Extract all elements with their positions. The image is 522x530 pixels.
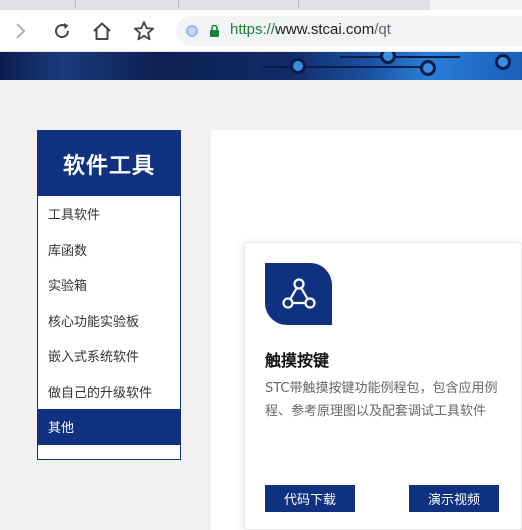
banner-decoration [290, 58, 306, 74]
bookmark-button[interactable] [132, 19, 156, 43]
sidebar-title: 软件工具 [62, 153, 155, 179]
card-description: STC带触摸按键功能例程包，包含应用例程、参考原理图以及配套调试工具软件 [265, 381, 498, 419]
product-card: 触摸按键 STC带触摸按键功能例程包，包含应用例程、参考原理图以及配套调试工具软… [244, 242, 522, 530]
sidebar-item-upgrade-software[interactable]: 做自己的升级软件 [38, 374, 180, 410]
sidebar-item-lab-box[interactable]: 实验箱 [38, 267, 180, 303]
site-info-icon[interactable] [186, 25, 198, 37]
tab-separator [75, 0, 76, 8]
sidebar-item-other[interactable]: 其他 [38, 409, 180, 445]
url-text[interactable]: https://www.stcai.com/qt [230, 21, 391, 38]
demo-video-button[interactable]: 演示视频 [409, 485, 499, 512]
card-title: 触摸按键 [265, 351, 330, 370]
reload-button[interactable] [50, 19, 74, 43]
home-icon [93, 22, 111, 40]
sidebar-item-core-board[interactable]: 核心功能实验板 [38, 303, 180, 339]
tab-strip [0, 0, 522, 10]
banner-decoration [420, 60, 436, 76]
tab-separator [298, 0, 299, 8]
chevron-right-icon [16, 23, 26, 39]
banner-decoration [262, 66, 422, 68]
sidebar-header: 软件工具 [38, 131, 180, 196]
sidebar-item-embedded-software[interactable]: 嵌入式系统软件 [38, 338, 180, 374]
browser-toolbar: https://www.stcai.com/qt [0, 10, 522, 52]
banner-decoration [495, 54, 511, 70]
reload-icon [55, 23, 70, 39]
sidebar-menu: 工具软件 库函数 实验箱 核心功能实验板 嵌入式系统软件 做自己的升级软件 其他 [38, 196, 180, 445]
sidebar-item-library[interactable]: 库函数 [38, 232, 180, 268]
sidebar: 软件工具 工具软件 库函数 实验箱 核心功能实验板 嵌入式系统软件 做自己的升级… [37, 130, 181, 460]
banner-decoration [380, 52, 396, 64]
share-nodes-icon [281, 278, 316, 309]
url-protocol: https:// [230, 21, 276, 38]
download-code-button[interactable]: 代码下载 [265, 485, 355, 512]
sidebar-item-tool-software[interactable]: 工具软件 [38, 196, 180, 232]
banner-decoration [340, 56, 460, 58]
address-bar[interactable]: https://www.stcai.com/qt [176, 16, 522, 46]
tab-separator [178, 0, 179, 8]
lock-icon [210, 24, 219, 37]
card-icon-tile [265, 263, 332, 325]
star-icon [133, 21, 155, 41]
active-tab[interactable] [430, 0, 522, 10]
url-host: www.stcai.com [275, 21, 375, 38]
forward-button[interactable] [8, 19, 32, 43]
home-button[interactable] [90, 19, 114, 43]
url-path: /qt [374, 21, 391, 38]
hero-banner [0, 52, 522, 80]
